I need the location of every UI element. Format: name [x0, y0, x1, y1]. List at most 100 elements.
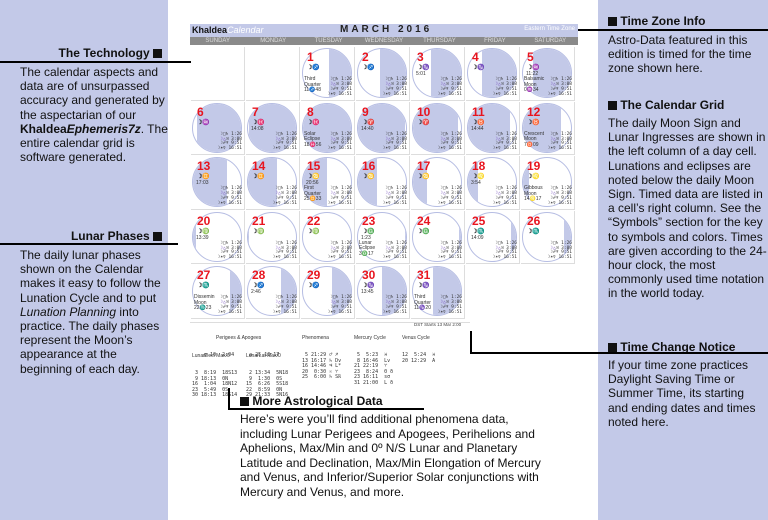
day-cell[interactable]: 10 ☽♈ ☽□♄ 1:26 ☽△♃ 3:08 ☽☍♆ 9:51 ☽✶♀ 16:51: [411, 101, 465, 155]
technology-callout-line: [0, 61, 196, 63]
calendar-grid: 1 ☽♐ Third Quarter 11♐48 ☽□♄ 1:26 ☽△♃ 3:08 ☽☍…: [191, 47, 578, 319]
day-number: 30: [362, 268, 376, 282]
calendar-time-zone: Eastern Time Zone: [524, 26, 575, 32]
day-cell[interactable]: 29 ☽♐ ☽□♄ 1:26 ☽△♃ 3:08 ☽☍♆ 9:51 ☽✶♀ 16:51: [301, 265, 355, 319]
day-cell[interactable]: 16 ☽♋ ☽□♄ 1:26 ☽△♃ 3:08 ☽☍♆ 9:51 ☽✶♀ 16:51: [356, 156, 410, 210]
technology-title: The Technology: [59, 46, 162, 60]
weekday-label: WEDNESDAY: [364, 38, 404, 44]
aspect-list: ☽□♄ 1:26 ☽△♃ 3:08 ☽☍♆ 9:51 ☽✶♀ 16:51: [217, 295, 242, 315]
day-cell[interactable]: 26 ☽♏ ☽□♄ 1:26 ☽△♃ 3:08 ☽☍♆ 9:51 ☽✶♀ 16:51: [521, 210, 575, 264]
weekday-header: SUNDAY MONDAY TUESDAY WEDNESDAY THURSDAY…: [190, 37, 578, 45]
ingress-time: 13:39: [196, 234, 209, 241]
aspect-list: ☽□♄ 1:26 ☽△♃ 3:08 ☽☍♆ 9:51 ☽✶♀ 16:51: [217, 131, 242, 152]
ingress-time: 14:44: [471, 125, 484, 132]
day-cell[interactable]: 8 ☽♓ Solar Eclipse 18♓56 ☽□♄ 1:26 ☽△♃ 3:08 ☽☍…: [301, 101, 355, 155]
aspect-list: ☽□♄ 1:26 ☽△♃ 3:08 ☽☍♆ 9:51 ☽✶♀ 16:51: [327, 240, 352, 261]
weekday-label: SUNDAY: [205, 38, 230, 44]
moon-sign: ☽♎: [362, 228, 375, 235]
day-cell[interactable]: 30 ☽♑ 13:45 ☽□♄ 1:26 ☽△♃ 3:08 ☽☍♆ 9:51 ☽✶♀ 16:…: [356, 265, 410, 319]
time-change-body: If your time zone practices Daylight Sav…: [608, 358, 756, 429]
more-data-body: Here’s were you’ll find additional pheno…: [240, 412, 541, 499]
day-number: 7: [252, 104, 259, 119]
aspect-list: ☽□♄ 1:26 ☽△♃ 3:08 ☽☍♆ 9:51 ☽✶♀ 16:51: [492, 240, 517, 261]
day-cell[interactable]: 7 ☽♓ 14:08 ☽□♄ 1:26 ☽△♃ 3:08 ☽☍♆ 9:51 ☽✶♀ 16:5…: [246, 101, 300, 155]
ingress-time: 3:54: [471, 180, 481, 186]
moon-sign: ☽♋: [417, 174, 430, 180]
day-number: 15: [307, 159, 321, 173]
dst-note: DST Starts 13 Mar 2:00: [414, 322, 462, 327]
lunation-event: Dissemin Moon 22♏23: [194, 294, 215, 311]
moon-sign: ☽♉: [527, 119, 540, 126]
day-cell[interactable]: 12 ☽♉ Crescent Moon 7♉09 ☽□♄ 1:26 ☽△♃ 3:08 ☽☍…: [521, 101, 575, 155]
calendar-month-title: MARCH 2016: [340, 24, 433, 35]
calendar-header: KhaldeaCalendar MARCH 2016 Eastern Time …: [190, 24, 578, 37]
technology-body: The calendar aspects and data are of uns…: [20, 65, 168, 165]
lunar-declination: LunarDecl Max/0 3 8:19 18S13 9 18:13 0N …: [192, 353, 238, 399]
aspect-list: ☽□♄ 1:26 ☽△♃ 3:08 ☽☍♆ 9:51 ☽✶♀ 16:51: [437, 240, 462, 261]
day-number: 27: [197, 268, 211, 282]
day-cell[interactable]: 18 ☽♌ 3:54 ☽□♄ 1:26 ☽△♃ 3:08 ☽☍♆ 9:51 ☽✶♀ 16:5…: [466, 156, 520, 210]
time-zone-body: Astro-Data featured in this edition is t…: [608, 33, 752, 76]
day-number: 4: [472, 50, 479, 64]
moon-sign: ☽♋: [362, 174, 375, 180]
day-cell[interactable]: 21 ☽♍ ☽□♄ 1:26 ☽△♃ 3:08 ☽☍♆ 9:51 ☽✶♀ 16:51: [246, 210, 300, 264]
day-number: 2: [362, 50, 369, 64]
lunation-event: Solar Eclipse 18♓56: [304, 130, 322, 148]
day-cell[interactable]: 24 ☽♎ ☽□♄ 1:26 ☽△♃ 3:08 ☽☍♆ 9:51 ☽✶♀ 16:51: [411, 210, 465, 264]
square-bullet-icon: [153, 232, 162, 241]
day-cell[interactable]: 11 ☽♉ 14:44 ☽□♄ 1:26 ☽△♃ 3:08 ☽☍♆ 9:51 ☽✶♀ 16:…: [466, 101, 520, 155]
day-cell[interactable]: 9 ☽♈ 14:40 ☽□♄ 1:26 ☽△♃ 3:08 ☽☍♆ 9:51 ☽✶♀ 16:5…: [356, 101, 410, 155]
day-number: 23: [362, 213, 376, 228]
day-cell[interactable]: 27 ☽♏ Dissemin Moon 22♏23 ☽□♄ 1:26 ☽△♃ 3:08 ☽…: [191, 265, 245, 319]
phenomena-list: Phenomena 5 21:29 ♂ ♐ 13 16:17 ♄ Dv 16 1…: [302, 335, 342, 381]
moon-sign: ☽♑: [417, 65, 430, 71]
weekday-label: SATURDAY: [534, 38, 567, 44]
ingress-time: 13:45: [361, 289, 374, 295]
day-cell[interactable]: 5 ☽♒ 11:22 Balsamic Moon 0♒34 ☽□♄ 1:26 ☽△♃ 3:…: [521, 47, 575, 101]
moon-sign: ☽♐: [362, 65, 375, 71]
lunation-event: Crescent Moon 7♉09: [524, 130, 545, 148]
left-info-panel: The Technology The calendar aspects and …: [0, 0, 168, 520]
aspect-list: ☽□♄ 1:26 ☽△♃ 3:08 ☽☍♆ 9:51 ☽✶♀ 16:51: [327, 77, 352, 97]
ingress-time: 14:08: [251, 125, 264, 132]
day-cell[interactable]: 4 ☽♑ ☽□♄ 1:26 ☽△♃ 3:08 ☽☍♆ 9:51 ☽✶♀ 16:51: [466, 47, 520, 101]
moon-sign: ☽♌: [472, 174, 485, 180]
day-cell[interactable]: 31 ☽♑ Third Quarter 11♑20 ☽□♄ 1:26 ☽△♃ 3:08 ☽…: [411, 265, 465, 319]
empty-day-cell: [246, 47, 300, 101]
day-cell[interactable]: 23 ☽♎ 1:23 Lunar Eclipse 3♎17 ☽□♄ 1:26 ☽△♃ 3:…: [356, 210, 410, 264]
day-cell[interactable]: 14 ☽♊ ☽□♄ 1:26 ☽△♃ 3:08 ☽☍♆ 9:51 ☽✶♀ 16:51: [246, 156, 300, 210]
day-number: 21: [252, 213, 266, 228]
weekday-label: FRIDAY: [484, 38, 506, 44]
day-cell[interactable]: 20 ☽♍ 13:39 ☽□♄ 1:26 ☽△♃ 3:08 ☽☍♆ 9:51 ☽✶♀ 16:…: [191, 210, 245, 264]
day-cell[interactable]: 28 ☽♐ 2:46 ☽□♄ 1:26 ☽△♃ 3:08 ☽☍♆ 9:51 ☽✶♀ 16:5…: [246, 265, 300, 319]
more-data-callout-line: [228, 408, 424, 410]
aspect-list: ☽□♄ 1:26 ☽△♃ 3:08 ☽☍♆ 9:51 ☽✶♀ 16:51: [382, 131, 407, 152]
day-number: 25: [472, 213, 486, 228]
day-cell[interactable]: 19 ☽♌ Gibbous Moon 14♌17 ☽□♄ 1:26 ☽△♃ 3:08 ☽☍…: [521, 156, 575, 210]
more-data-callout-stem: [228, 388, 230, 410]
lunation-event: Gibbous Moon 14♌17: [524, 185, 543, 202]
day-cell[interactable]: 3 ☽♑ 5:01 ☽□♄ 1:26 ☽△♃ 3:08 ☽☍♆ 9:51 ☽✶♀ 16:51: [411, 47, 465, 101]
day-cell[interactable]: 15 ☽♋ 20:56 First Quarter 25♊33 ☽□♄ 1:26 ☽△♃ …: [301, 156, 355, 210]
day-number: 1: [307, 50, 314, 64]
ingress-time: 14:40: [361, 125, 374, 132]
square-bullet-icon: [153, 49, 162, 58]
aspect-list: ☽□♄ 1:26 ☽△♃ 3:08 ☽☍♆ 9:51 ☽✶♀ 16:51: [382, 186, 407, 206]
day-number: 28: [252, 268, 266, 282]
day-cell[interactable]: 25 ☽♏ 14:09 ☽□♄ 1:26 ☽△♃ 3:08 ☽☍♆ 9:51 ☽✶♀ 16:…: [466, 210, 520, 264]
day-cell[interactable]: 6 ☽♒ ☽□♄ 1:26 ☽△♃ 3:08 ☽☍♆ 9:51 ☽✶♀ 16:51: [191, 101, 245, 155]
day-number: 12: [527, 104, 541, 119]
day-cell[interactable]: 22 ☽♍ ☽□♄ 1:26 ☽△♃ 3:08 ☽☍♆ 9:51 ☽✶♀ 16:51: [301, 210, 355, 264]
moon-sign: ☽♐: [307, 283, 320, 289]
square-bullet-icon: [608, 343, 617, 352]
day-number: 16: [362, 159, 376, 173]
lunation-event: Balsamic Moon 0♒34: [524, 76, 545, 93]
day-cell[interactable]: 1 ☽♐ Third Quarter 11♐48 ☽□♄ 1:26 ☽△♃ 3:08 ☽☍…: [301, 47, 355, 101]
aspect-list: ☽□♄ 1:26 ☽△♃ 3:08 ☽☍♆ 9:51 ☽✶♀ 16:51: [217, 240, 242, 261]
day-cell[interactable]: 17 ☽♋ ☽□♄ 1:26 ☽△♃ 3:08 ☽☍♆ 9:51 ☽✶♀ 16:51: [411, 156, 465, 210]
ingress-time: 5:01: [416, 71, 426, 77]
day-cell[interactable]: 13 ☽♊ 17:03 ☽□♄ 1:26 ☽△♃ 3:08 ☽☍♆ 9:51 ☽✶♀ 16:…: [191, 156, 245, 210]
day-number: 3: [417, 50, 424, 64]
day-cell[interactable]: 2 ☽♐ ☽□♄ 1:26 ☽△♃ 3:08 ☽☍♆ 9:51 ☽✶♀ 16:51: [356, 47, 410, 101]
day-number: 26: [527, 213, 541, 228]
